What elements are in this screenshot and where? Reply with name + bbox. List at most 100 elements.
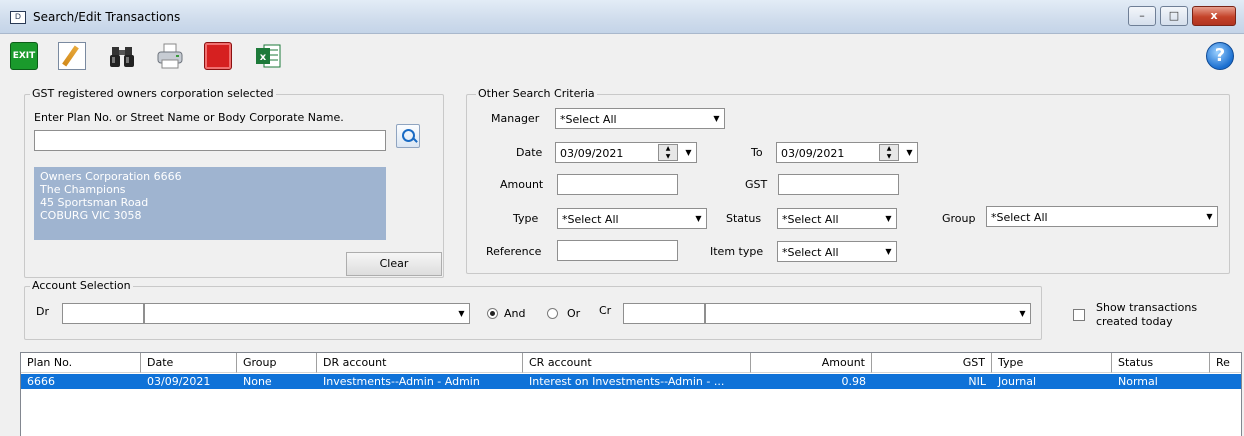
column-header-dr-account[interactable]: DR account xyxy=(317,353,523,373)
cell-gst: NIL xyxy=(968,375,986,388)
or-radio[interactable] xyxy=(547,308,558,319)
owner-line-3: 45 Sportsman Road xyxy=(40,196,149,209)
type-value: *Select All xyxy=(562,213,619,226)
group-label: Group xyxy=(942,212,976,225)
printer-icon[interactable] xyxy=(156,42,184,70)
printer-graphic xyxy=(157,43,183,69)
show-today-line-1: Show transactions xyxy=(1096,301,1198,314)
search-criteria-title: Other Search Criteria xyxy=(476,87,597,100)
column-header-type[interactable]: Type xyxy=(992,353,1112,373)
owner-line-4: COBURG VIC 3058 xyxy=(40,209,142,222)
account-selection-title: Account Selection xyxy=(30,279,133,292)
window-title: Search/Edit Transactions xyxy=(33,10,181,24)
date-label: Date xyxy=(516,146,543,159)
binoculars-icon[interactable] xyxy=(108,42,136,70)
and-radio[interactable] xyxy=(487,308,498,319)
binoculars-graphic xyxy=(110,47,134,67)
manager-select[interactable]: *Select All xyxy=(555,108,725,129)
type-select[interactable]: *Select All xyxy=(557,208,707,229)
item-type-label: Item type xyxy=(710,245,764,258)
cell-amount: 0.98 xyxy=(841,375,867,388)
cell-plan: 6666 xyxy=(27,375,55,388)
cell-status: Normal xyxy=(1118,375,1158,388)
column-header-status[interactable]: Status xyxy=(1112,353,1210,373)
column-header-date[interactable]: Date xyxy=(141,353,237,373)
cr-label: Cr xyxy=(599,304,612,317)
edit-icon[interactable] xyxy=(58,42,86,70)
dr-code-input[interactable] xyxy=(62,303,144,324)
and-label: And xyxy=(504,307,526,320)
gst-group-title: GST registered owners corporation select… xyxy=(30,87,276,100)
chevron-down-icon[interactable] xyxy=(901,143,917,162)
date-from-value: 03/09/2021 xyxy=(560,147,624,160)
chevron-down-icon[interactable] xyxy=(1014,304,1030,323)
manager-label: Manager xyxy=(491,112,540,125)
column-header-cr-account[interactable]: CR account xyxy=(523,353,751,373)
show-today-checkbox[interactable] xyxy=(1073,309,1085,321)
reference-label: Reference xyxy=(486,245,542,258)
dr-label: Dr xyxy=(36,305,49,318)
to-label: To xyxy=(751,146,763,159)
svg-text:x: x xyxy=(260,52,267,63)
cr-code-input[interactable] xyxy=(623,303,705,324)
column-header-amount[interactable]: Amount xyxy=(751,353,872,373)
dr-account-select[interactable] xyxy=(144,303,470,324)
cell-cr-account: Interest on Investments--Admin - ... xyxy=(529,375,725,388)
chevron-down-icon[interactable] xyxy=(1201,207,1217,226)
amount-input[interactable] xyxy=(557,174,678,195)
exit-icon[interactable]: EXIT xyxy=(10,42,38,70)
date-to-picker[interactable]: 03/09/2021 ▲ ▼ xyxy=(776,142,918,163)
column-header-gst[interactable]: GST xyxy=(872,353,992,373)
minimize-button[interactable]: – xyxy=(1128,6,1156,26)
help-icon[interactable]: ? xyxy=(1206,42,1234,70)
close-button[interactable]: x xyxy=(1192,6,1236,26)
group-value: *Select All xyxy=(991,211,1048,224)
item-type-value: *Select All xyxy=(782,246,839,259)
chevron-down-icon[interactable] xyxy=(880,209,896,228)
cell-dr-account: Investments--Admin - Admin xyxy=(323,375,480,388)
date-spin-icon[interactable]: ▲ ▼ xyxy=(658,144,678,161)
chevron-down-icon[interactable] xyxy=(880,242,896,261)
search-prompt: Enter Plan No. or Street Name or Body Co… xyxy=(34,111,344,124)
show-today-line-2: created today xyxy=(1096,315,1173,328)
item-type-select[interactable]: *Select All xyxy=(777,241,897,262)
cell-date: 03/09/2021 xyxy=(147,375,211,388)
date-spin-icon[interactable]: ▲ ▼ xyxy=(879,144,899,161)
clear-button[interactable]: Clear xyxy=(346,252,442,276)
chevron-down-icon[interactable] xyxy=(708,109,724,128)
or-label: Or xyxy=(567,307,581,320)
stop-icon[interactable] xyxy=(204,42,232,70)
gst-label: GST xyxy=(745,178,768,191)
type-label: Type xyxy=(513,212,539,225)
table-row[interactable]: 6666 03/09/2021 None Investments--Admin … xyxy=(21,374,1241,389)
amount-label: Amount xyxy=(500,178,544,191)
owner-line-1: Owners Corporation 6666 xyxy=(40,170,182,183)
title-bar xyxy=(0,0,1244,34)
app-window-icon[interactable]: ᗞ xyxy=(10,11,26,24)
chevron-down-icon[interactable] xyxy=(680,143,696,162)
transactions-grid[interactable]: Plan No. Date Group DR account CR accoun… xyxy=(20,352,1242,436)
gst-input[interactable] xyxy=(778,174,899,195)
manager-value: *Select All xyxy=(560,113,617,126)
owner-info-box: Owners Corporation 6666 The Champions 45… xyxy=(34,167,386,240)
excel-graphic: x xyxy=(256,44,281,68)
cell-type: Journal xyxy=(998,375,1037,388)
column-header-group[interactable]: Group xyxy=(237,353,317,373)
chevron-down-icon[interactable] xyxy=(453,304,469,323)
maximize-button[interactable]: □ xyxy=(1160,6,1188,26)
date-to-value: 03/09/2021 xyxy=(781,147,845,160)
date-from-picker[interactable]: 03/09/2021 ▲ ▼ xyxy=(555,142,697,163)
group-select[interactable]: *Select All xyxy=(986,206,1218,227)
column-header-reference[interactable]: Re xyxy=(1210,353,1241,373)
column-header-plan[interactable]: Plan No. xyxy=(21,353,141,373)
excel-icon[interactable]: x xyxy=(254,42,282,70)
chevron-down-icon[interactable] xyxy=(690,209,706,228)
cr-account-select[interactable] xyxy=(705,303,1031,324)
owner-line-2: The Champions xyxy=(40,183,126,196)
status-value: *Select All xyxy=(782,213,839,226)
status-select[interactable]: *Select All xyxy=(777,208,897,229)
search-icon[interactable] xyxy=(396,124,420,148)
show-today-label: Show transactions created today xyxy=(1096,301,1197,329)
reference-input[interactable] xyxy=(557,240,678,261)
owner-search-input[interactable] xyxy=(34,130,386,151)
